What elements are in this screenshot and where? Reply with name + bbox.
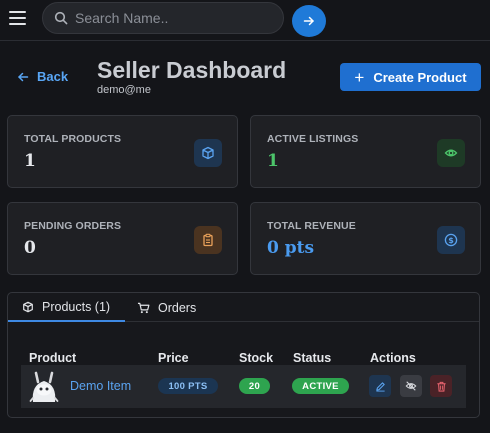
column-header-stock: Stock [239, 351, 274, 365]
product-name-link[interactable]: Demo Item [70, 379, 131, 393]
stat-value: 1 [267, 151, 279, 171]
stat-label: PENDING ORDERS [24, 220, 122, 232]
stat-label: TOTAL PRODUCTS [24, 133, 122, 145]
create-product-button[interactable]: + Create Product [340, 63, 481, 91]
edit-button[interactable] [369, 375, 391, 397]
arrow-left-icon [18, 72, 29, 81]
cart-icon [137, 302, 150, 313]
column-header-price: Price [158, 351, 189, 365]
svg-text:$: $ [448, 236, 454, 245]
arrow-right-icon [303, 16, 314, 26]
tab-products[interactable]: Products (1) [8, 293, 125, 322]
column-header-actions: Actions [370, 351, 416, 365]
stat-value: 0 pts [267, 238, 315, 258]
column-header-status: Status [293, 351, 332, 365]
pencil-icon [375, 381, 385, 392]
clipboard-icon [194, 226, 222, 254]
dollar-icon: $ [437, 226, 465, 254]
trash-icon [436, 381, 446, 392]
stat-card-pending-orders: PENDING ORDERS 0 [7, 202, 238, 275]
stat-card-active-listings: ACTIVE LISTINGS 1 [250, 115, 481, 188]
eye-off-icon [405, 381, 417, 391]
search-bar [42, 2, 326, 37]
stat-value: 0 [24, 238, 36, 258]
cube-icon [194, 139, 222, 167]
search-input[interactable] [75, 7, 245, 29]
stat-card-total-products: TOTAL PRODUCTS 1 [7, 115, 238, 188]
user-email: demo@me [97, 84, 151, 96]
hamburger-menu-icon[interactable] [9, 11, 26, 25]
stat-value: 1 [24, 151, 36, 171]
stock-badge: 20 [239, 378, 270, 394]
plus-icon: + [354, 67, 365, 87]
stat-label: TOTAL REVENUE [267, 220, 356, 232]
page-title: Seller Dashboard [97, 57, 287, 83]
eye-icon [437, 139, 465, 167]
delete-button[interactable] [430, 375, 452, 397]
back-label: Back [37, 69, 69, 84]
create-product-label: Create Product [373, 69, 467, 85]
table-row: Demo Item 100 PTS 20 ACTIVE [21, 365, 466, 408]
product-thumbnail [29, 371, 59, 402]
search-icon [54, 11, 68, 25]
tab-label: Products (1) [42, 299, 111, 314]
back-link[interactable]: Back [17, 69, 68, 84]
search-submit-button[interactable] [292, 5, 326, 37]
price-badge: 100 PTS [158, 378, 218, 394]
tab-label: Orders [158, 300, 197, 315]
stat-card-total-revenue: TOTAL REVENUE 0 pts $ [250, 202, 481, 275]
tab-orders[interactable]: Orders [137, 293, 196, 322]
stat-label: ACTIVE LISTINGS [267, 133, 359, 145]
column-header-product: Product [29, 351, 77, 365]
cube-icon [23, 301, 33, 312]
top-bar [0, 0, 490, 41]
status-badge: ACTIVE [292, 378, 349, 394]
tab-bar: Products (1) Orders [8, 293, 479, 322]
hide-button[interactable] [400, 375, 422, 397]
